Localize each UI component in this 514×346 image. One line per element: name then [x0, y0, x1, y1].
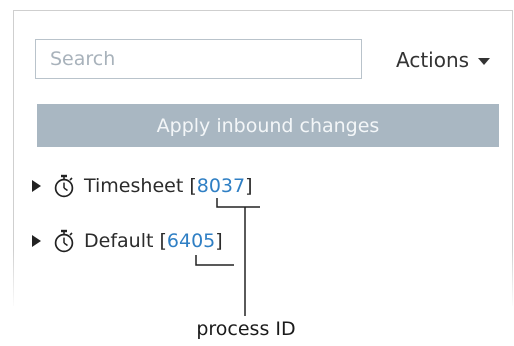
process-id-link[interactable]: 8037 — [197, 175, 245, 197]
actions-label: Actions — [396, 48, 470, 72]
process-name: Timesheet — [84, 175, 184, 197]
panel-fade — [13, 250, 513, 310]
actions-menu-button[interactable]: Actions — [396, 45, 491, 75]
tree-item-default[interactable]: Default [6405] — [32, 227, 223, 255]
callout-label: process ID — [196, 318, 296, 340]
expand-triangle-icon[interactable] — [32, 180, 41, 192]
process-name: Default — [84, 230, 154, 252]
stopwatch-icon — [54, 229, 74, 253]
search-input[interactable] — [35, 39, 362, 79]
stopwatch-icon — [54, 174, 74, 198]
tree-item-timesheet[interactable]: Timesheet [8037] — [32, 172, 253, 200]
expand-triangle-icon[interactable] — [32, 235, 41, 247]
process-id-link[interactable]: 6405 — [167, 230, 215, 252]
apply-inbound-changes-button[interactable]: Apply inbound changes — [37, 104, 499, 147]
caret-down-icon — [478, 57, 491, 65]
